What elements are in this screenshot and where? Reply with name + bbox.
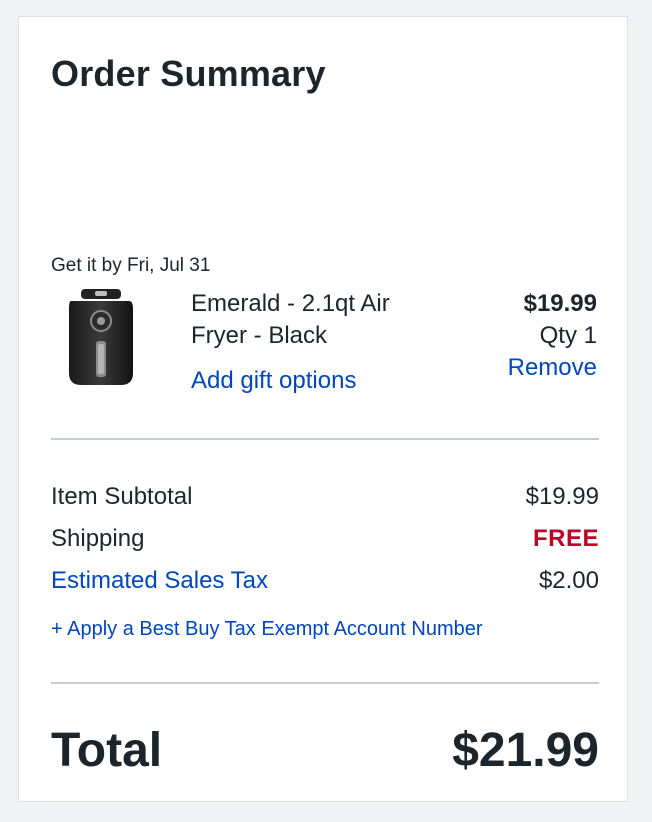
total-label: Total [51, 724, 163, 777]
sales-tax-row: Estimated Sales Tax $2.00 [51, 567, 599, 595]
delivery-date-text: Get it by Fri, Jul 31 [51, 255, 211, 276]
sales-tax-value: $2.00 [538, 567, 599, 594]
total-divider [51, 682, 599, 684]
shipping-label: Shipping [51, 525, 145, 552]
shipping-row: Shipping FREE [51, 525, 599, 553]
tax-exempt-link[interactable]: + Apply a Best Buy Tax Exempt Account Nu… [51, 618, 483, 641]
item-quantity: Qty 1 [539, 322, 597, 349]
add-gift-options-link[interactable]: Add gift options [191, 367, 356, 395]
item-price-column: $19.99 Qty 1 Remove [508, 288, 597, 384]
remove-item-link[interactable]: Remove [508, 352, 597, 384]
subtotal-row: Item Subtotal $19.99 [51, 483, 599, 511]
item-divider [51, 438, 599, 440]
subtotal-label: Item Subtotal [51, 483, 193, 510]
item-price: $19.99 [523, 290, 597, 317]
total-value: $21.99 [452, 724, 599, 777]
order-summary-title: Order Summary [51, 53, 326, 94]
estimated-sales-tax-link[interactable]: Estimated Sales Tax [51, 567, 268, 595]
air-fryer-product-image[interactable] [63, 287, 139, 387]
total-row: Total $21.99 [51, 723, 599, 778]
air-fryer-icon [69, 289, 133, 385]
product-name[interactable]: Emerald - 2.1qt Air Fryer - Black [191, 288, 441, 352]
shipping-value: FREE [532, 525, 599, 552]
order-summary-card: Order Summary Get it by Fri, Jul 31 Emer… [18, 16, 628, 802]
subtotal-value: $19.99 [525, 483, 599, 510]
